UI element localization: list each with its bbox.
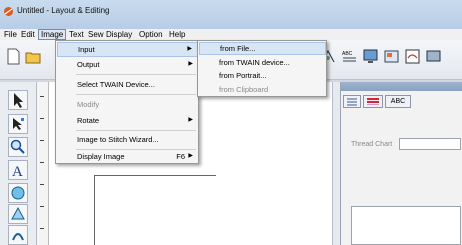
tab-color[interactable] xyxy=(363,95,383,108)
menu-item-rotate[interactable]: Rotate ▶ xyxy=(57,113,198,128)
menu-item-input[interactable]: Input ▶ xyxy=(57,42,198,57)
card-icon[interactable] xyxy=(382,47,401,66)
panel-preview-box xyxy=(351,206,461,245)
svg-text:A: A xyxy=(12,164,23,179)
sew-pattern-icon[interactable] xyxy=(403,47,422,66)
menu-sew[interactable]: Sew xyxy=(86,29,106,40)
menu-bar: File Edit Image Text Sew Display Option … xyxy=(0,29,462,40)
zoom-icon[interactable] xyxy=(8,137,28,157)
submenu-item-from-clipboard: from Clipboard xyxy=(199,83,326,96)
abc-text-icon[interactable]: ABC xyxy=(340,47,359,66)
open-icon[interactable] xyxy=(24,47,43,66)
design-page xyxy=(94,175,216,245)
window-title: Untitled - Layout & Editing xyxy=(17,6,110,15)
menu-item-select-twain[interactable]: Select TWAIN Device... xyxy=(57,77,198,92)
submenu-item-from-twain[interactable]: from TWAIN device... xyxy=(199,56,326,69)
select-arrow-icon[interactable] xyxy=(8,90,28,110)
right-panel: ABC Thread Chart xyxy=(340,82,462,245)
color-stripes-icon xyxy=(367,98,379,105)
image-menu-dropdown: Input ▶ Output ▶ Select TWAIN Device... … xyxy=(55,40,199,164)
shape-tool-icon[interactable] xyxy=(8,183,28,203)
menu-separator xyxy=(76,74,196,75)
submenu-arrow-icon: ▶ xyxy=(188,153,193,159)
screen-icon[interactable] xyxy=(424,47,443,66)
tab-thread-list[interactable] xyxy=(343,95,361,108)
vertical-ruler xyxy=(37,82,49,245)
submenu-item-from-file[interactable]: from File... xyxy=(199,42,326,55)
thread-chart-field[interactable] xyxy=(399,138,461,150)
stamp-tool-icon[interactable] xyxy=(8,204,28,224)
menu-item-label: Output xyxy=(77,60,100,69)
menu-text[interactable]: Text xyxy=(67,29,86,40)
menu-item-image-to-stitch[interactable]: Image to Stitch Wizard... xyxy=(57,132,198,147)
input-submenu: from File... from TWAIN device... from P… xyxy=(197,40,327,97)
menu-edit[interactable]: Edit xyxy=(19,29,37,40)
panel-splitter[interactable] xyxy=(332,82,340,245)
menu-item-label: Input xyxy=(78,45,95,54)
thread-list-icon xyxy=(347,98,357,106)
svg-text:ABC: ABC xyxy=(342,51,353,57)
submenu-arrow-icon: ▶ xyxy=(188,61,193,67)
app-icon xyxy=(4,7,13,16)
shortcut-label: F6 xyxy=(176,152,185,161)
menu-item-output[interactable]: Output ▶ xyxy=(57,57,198,72)
submenu-item-label: from File... xyxy=(220,44,256,53)
menu-item-label: Image to Stitch Wizard... xyxy=(77,135,159,144)
menu-separator xyxy=(76,94,196,95)
panel-header xyxy=(341,82,462,91)
panel-tabs: ABC xyxy=(343,95,461,110)
menu-separator xyxy=(76,130,196,131)
menu-display[interactable]: Display xyxy=(104,29,134,40)
monitor-icon[interactable] xyxy=(361,47,380,66)
point-edit-icon[interactable] xyxy=(8,114,28,134)
submenu-item-from-portrait[interactable]: from Portrait... xyxy=(199,69,326,82)
menu-file[interactable]: File xyxy=(2,29,19,40)
tool-palette: A xyxy=(0,82,37,245)
menu-option[interactable]: Option xyxy=(137,29,165,40)
submenu-item-label: from Portrait... xyxy=(219,71,267,80)
menu-item-display-image[interactable]: Display Image F6 ▶ xyxy=(57,149,198,164)
submenu-arrow-icon: ▶ xyxy=(188,117,193,123)
menu-item-label: Select TWAIN Device... xyxy=(77,80,155,89)
new-icon[interactable] xyxy=(4,47,23,66)
tab-abc[interactable]: ABC xyxy=(385,95,411,108)
title-bar: Untitled - Layout & Editing xyxy=(0,0,462,29)
submenu-item-label: from TWAIN device... xyxy=(219,58,290,67)
stitch-tool-icon[interactable] xyxy=(8,225,28,245)
menu-image[interactable]: Image xyxy=(38,29,67,40)
submenu-arrow-icon: ▶ xyxy=(187,46,192,52)
menu-item-label: Display Image xyxy=(77,152,125,161)
submenu-item-label: from Clipboard xyxy=(219,85,269,94)
text-tool-icon[interactable]: A xyxy=(8,160,28,180)
menu-help[interactable]: Help xyxy=(167,29,187,40)
thread-chart-label: Thread Chart xyxy=(351,141,393,148)
menu-item-label: Rotate xyxy=(77,116,100,125)
menu-item-label: Modify xyxy=(77,100,100,109)
menu-item-modify: Modify xyxy=(57,97,198,112)
